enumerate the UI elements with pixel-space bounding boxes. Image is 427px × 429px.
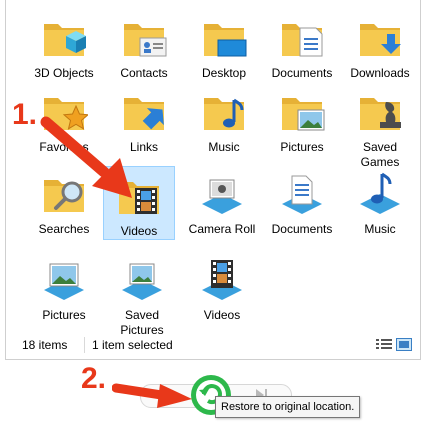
camera-roll-library-icon xyxy=(202,179,242,214)
item-label: Saved Pictures xyxy=(120,308,164,337)
item-label: Pictures xyxy=(280,140,324,154)
step-2-label: 2. xyxy=(81,362,107,395)
folder-item-downloads[interactable]: Downloads xyxy=(344,14,416,80)
library-item-videos[interactable]: Videos xyxy=(186,256,258,322)
library-item-music[interactable]: Music xyxy=(344,170,416,236)
item-label: Documents xyxy=(271,66,333,80)
folder-item-saved-games[interactable]: Saved Games xyxy=(344,88,416,169)
item-label: Videos xyxy=(120,224,158,238)
contacts-folder-icon xyxy=(124,24,167,57)
status-separator xyxy=(84,337,85,353)
pictures-folder-icon xyxy=(282,98,325,131)
folder-item-desktop[interactable]: Desktop xyxy=(188,14,260,80)
folder-item-contacts[interactable]: Contacts xyxy=(108,14,180,80)
item-label: Music xyxy=(364,222,396,236)
item-label: Documents xyxy=(271,222,333,236)
item-label: Camera Roll xyxy=(188,222,256,236)
music-library-icon xyxy=(360,172,400,214)
restore-tooltip: Restore to original location. xyxy=(215,396,361,418)
item-label: 3D Objects xyxy=(34,66,94,80)
downloads-folder-icon xyxy=(360,24,401,56)
item-label: Contacts xyxy=(120,66,168,80)
library-item-saved-pictures[interactable]: Saved Pictures xyxy=(106,256,178,337)
music-folder-icon xyxy=(204,98,244,130)
details-view-icon[interactable] xyxy=(376,338,392,351)
saved-pictures-library-icon xyxy=(122,263,162,300)
item-label: Desktop xyxy=(201,66,247,80)
status-item-count: 18 items xyxy=(22,338,68,352)
videos-library-icon xyxy=(202,260,242,300)
step-1-arrow xyxy=(40,116,132,198)
folder-item-3d-objects[interactable]: 3D Objects xyxy=(28,14,100,80)
item-label: Pictures xyxy=(42,308,86,322)
documents-library-icon xyxy=(282,175,322,214)
bottom-toolbar xyxy=(0,360,427,429)
item-label: Searches xyxy=(38,222,90,236)
folder-item-documents[interactable]: Documents xyxy=(266,14,338,80)
status-selection: 1 item selected xyxy=(92,338,173,352)
documents-folder-icon xyxy=(282,24,323,57)
step-2-arrow xyxy=(112,383,192,408)
item-label: Videos xyxy=(203,308,241,322)
desktop-folder-icon xyxy=(204,24,247,57)
folder-item-music[interactable]: Music xyxy=(188,88,260,154)
large-icons-view-icon[interactable] xyxy=(396,338,412,351)
library-item-pictures[interactable]: Pictures xyxy=(28,256,100,322)
library-item-camera-roll[interactable]: Camera Roll xyxy=(186,170,258,246)
library-item-documents[interactable]: Documents xyxy=(266,170,338,236)
folder-item-pictures[interactable]: Pictures xyxy=(266,88,338,154)
pictures-library-icon xyxy=(44,263,84,300)
saved-games-folder-icon xyxy=(360,98,401,130)
3d-objects-folder-icon xyxy=(44,24,86,56)
item-label: Saved Games xyxy=(360,140,400,169)
step-1-label: 1. xyxy=(12,98,38,131)
item-label: Music xyxy=(208,140,240,154)
item-label: Downloads xyxy=(350,66,410,80)
